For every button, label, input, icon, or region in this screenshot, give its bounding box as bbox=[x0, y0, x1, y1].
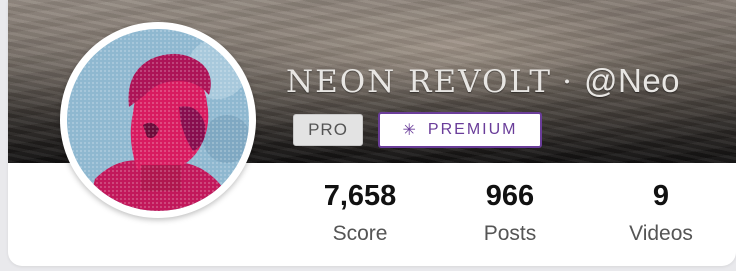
stat-videos[interactable]: 9 Videos bbox=[601, 178, 721, 246]
stat-value: 966 bbox=[485, 180, 535, 212]
pro-badge: PRO bbox=[293, 114, 363, 146]
avatar[interactable] bbox=[60, 22, 256, 218]
stat-label: Videos bbox=[629, 222, 693, 245]
profile-card: NEON REVOLT · @Neo PRO ✳ PREMIUM 7,658 Sco… bbox=[8, 0, 736, 266]
display-name: NEON REVOLT bbox=[286, 64, 553, 100]
stat-label: Posts bbox=[483, 222, 537, 245]
name-separator: · bbox=[562, 64, 574, 100]
pro-badge-label: PRO bbox=[308, 120, 348, 139]
stat-value: 7,658 bbox=[323, 180, 397, 212]
statue-portrait-icon bbox=[67, 29, 249, 211]
premium-badge[interactable]: ✳ PREMIUM bbox=[378, 112, 542, 148]
user-handle[interactable]: @Neo bbox=[584, 62, 680, 99]
premium-badge-label: PREMIUM bbox=[427, 121, 518, 138]
stat-value: 9 bbox=[652, 180, 670, 212]
asterisk-icon: ✳ bbox=[402, 122, 418, 139]
stat-score[interactable]: 7,658 Score bbox=[300, 178, 420, 246]
stat-posts[interactable]: 966 Posts bbox=[450, 178, 570, 246]
profile-title: NEON REVOLT · @Neo bbox=[286, 62, 680, 100]
stat-label: Score bbox=[332, 222, 388, 245]
